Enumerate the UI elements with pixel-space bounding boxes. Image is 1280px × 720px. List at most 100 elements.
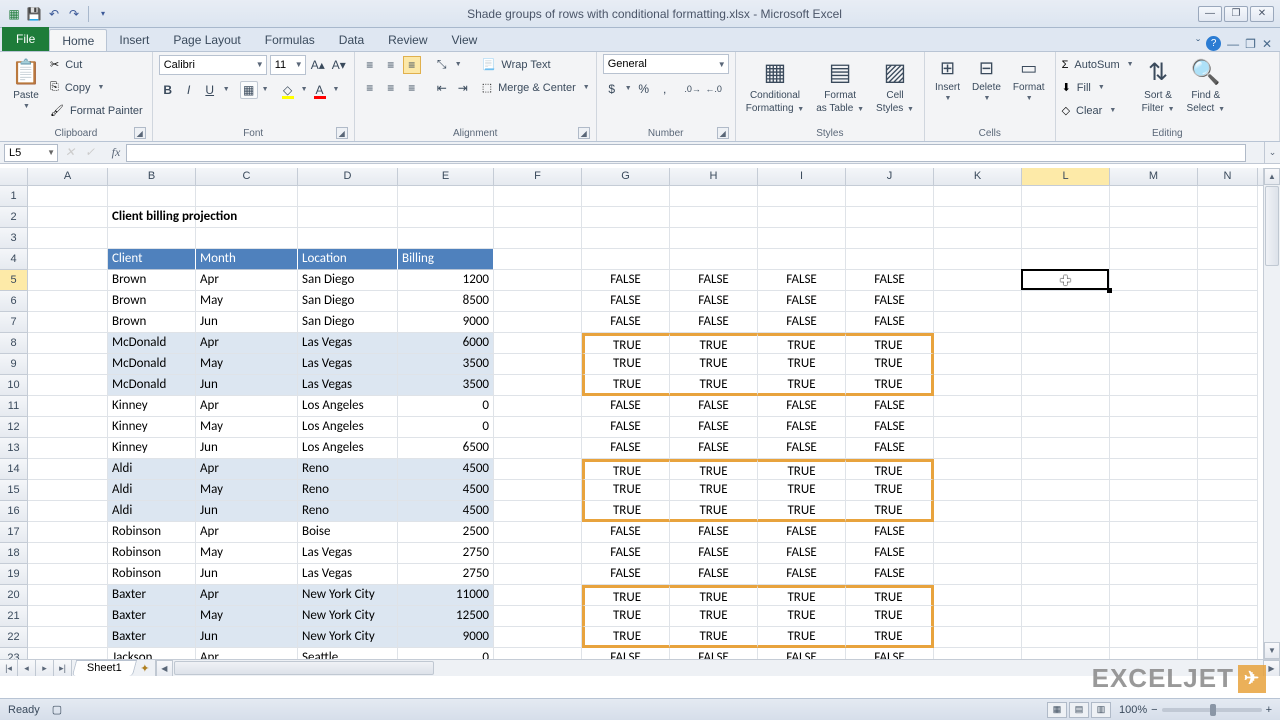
cell[interactable]: [1198, 375, 1258, 396]
cell[interactable]: [582, 249, 670, 270]
cell[interactable]: [1198, 312, 1258, 333]
cell[interactable]: Aldi: [108, 459, 196, 480]
cell[interactable]: FALSE: [758, 270, 846, 291]
fill-button[interactable]: Fill: [1074, 82, 1094, 94]
cell[interactable]: [298, 228, 398, 249]
cell[interactable]: 6500: [398, 438, 494, 459]
cell[interactable]: TRUE: [846, 627, 934, 648]
zoom-in-button[interactable]: +: [1266, 704, 1272, 716]
row-header-21[interactable]: 21: [0, 606, 28, 627]
insert-cells-button[interactable]: ⊞Insert▼: [931, 54, 964, 104]
cell[interactable]: [1198, 333, 1258, 354]
cell[interactable]: FALSE: [670, 270, 758, 291]
cell[interactable]: [494, 417, 582, 438]
cell[interactable]: [494, 312, 582, 333]
cell[interactable]: TRUE: [758, 501, 846, 522]
cell[interactable]: Robinson: [108, 522, 196, 543]
tab-formulas[interactable]: Formulas: [253, 29, 327, 51]
format-as-table-button[interactable]: ▤Formatas Table ▼: [812, 54, 868, 116]
cell[interactable]: TRUE: [582, 354, 670, 375]
cell[interactable]: Baxter: [108, 606, 196, 627]
cell[interactable]: [28, 606, 108, 627]
cell[interactable]: Aldi: [108, 480, 196, 501]
select-all-corner[interactable]: [0, 168, 28, 185]
cell[interactable]: [934, 228, 1022, 249]
cell[interactable]: [758, 228, 846, 249]
tab-data[interactable]: Data: [327, 29, 376, 51]
row-header-4[interactable]: 4: [0, 249, 28, 270]
zoom-slider[interactable]: [1162, 708, 1262, 712]
cell[interactable]: TRUE: [670, 627, 758, 648]
cell[interactable]: [196, 228, 298, 249]
cell[interactable]: [1198, 186, 1258, 207]
cell[interactable]: [28, 501, 108, 522]
cell[interactable]: [494, 186, 582, 207]
workbook-close-icon[interactable]: ✕: [1262, 37, 1272, 51]
cell[interactable]: 2750: [398, 564, 494, 585]
cell[interactable]: [1022, 375, 1110, 396]
cell[interactable]: Baxter: [108, 627, 196, 648]
cell[interactable]: [494, 459, 582, 480]
first-sheet-button[interactable]: |◂: [0, 660, 18, 676]
cell[interactable]: Robinson: [108, 564, 196, 585]
insert-function-button[interactable]: fx: [106, 144, 126, 162]
cell[interactable]: Client: [108, 249, 196, 270]
cell[interactable]: [494, 228, 582, 249]
cell[interactable]: [1022, 186, 1110, 207]
orientation-icon[interactable]: ⤡: [433, 56, 451, 74]
cell[interactable]: [846, 186, 934, 207]
column-header-K[interactable]: K: [934, 168, 1022, 185]
cell[interactable]: [28, 585, 108, 606]
cell[interactable]: [1022, 543, 1110, 564]
cell[interactable]: TRUE: [582, 375, 670, 396]
cell[interactable]: [398, 186, 494, 207]
cell[interactable]: Apr: [196, 396, 298, 417]
cell[interactable]: [934, 291, 1022, 312]
cell[interactable]: [758, 207, 846, 228]
row-header-13[interactable]: 13: [0, 438, 28, 459]
cell[interactable]: Jun: [196, 375, 298, 396]
column-header-B[interactable]: B: [108, 168, 196, 185]
cell[interactable]: Apr: [196, 459, 298, 480]
conditional-formatting-button[interactable]: ▦ConditionalFormatting ▼: [742, 54, 809, 116]
cell[interactable]: [1110, 228, 1198, 249]
cell[interactable]: TRUE: [758, 375, 846, 396]
cell[interactable]: Jun: [196, 501, 298, 522]
restore-button[interactable]: ❐: [1224, 6, 1248, 22]
cell[interactable]: [582, 207, 670, 228]
cell[interactable]: FALSE: [846, 564, 934, 585]
delete-cells-button[interactable]: ⊟Delete▼: [968, 54, 1005, 104]
cell[interactable]: FALSE: [670, 312, 758, 333]
cell[interactable]: [28, 627, 108, 648]
cell[interactable]: FALSE: [758, 312, 846, 333]
cell[interactable]: [1110, 480, 1198, 501]
cell[interactable]: [1110, 207, 1198, 228]
workbook-restore-icon[interactable]: ❐: [1245, 37, 1256, 51]
increase-indent-icon[interactable]: ⇥: [454, 79, 472, 97]
enter-formula-icon[interactable]: ✓: [80, 144, 100, 162]
cell[interactable]: [670, 186, 758, 207]
cell[interactable]: FALSE: [670, 438, 758, 459]
cell[interactable]: [1022, 228, 1110, 249]
cell[interactable]: [28, 417, 108, 438]
cell[interactable]: 2500: [398, 522, 494, 543]
align-top-icon[interactable]: ≡: [361, 56, 379, 74]
tab-review[interactable]: Review: [376, 29, 439, 51]
cell[interactable]: May: [196, 354, 298, 375]
cell[interactable]: [934, 648, 1022, 659]
cell[interactable]: New York City: [298, 606, 398, 627]
cell[interactable]: [494, 207, 582, 228]
row-header-1[interactable]: 1: [0, 186, 28, 207]
cell[interactable]: [582, 186, 670, 207]
cell[interactable]: [1110, 270, 1198, 291]
cell[interactable]: [1022, 564, 1110, 585]
cell[interactable]: TRUE: [758, 354, 846, 375]
column-header-H[interactable]: H: [670, 168, 758, 185]
cell[interactable]: [1022, 333, 1110, 354]
worksheet-grid[interactable]: ABCDEFGHIJKLMN 12Client billing projecti…: [0, 168, 1280, 676]
cell[interactable]: FALSE: [846, 438, 934, 459]
save-icon[interactable]: 💾: [26, 6, 42, 22]
cell[interactable]: TRUE: [582, 333, 670, 354]
cell[interactable]: FALSE: [758, 291, 846, 312]
cell[interactable]: [494, 249, 582, 270]
